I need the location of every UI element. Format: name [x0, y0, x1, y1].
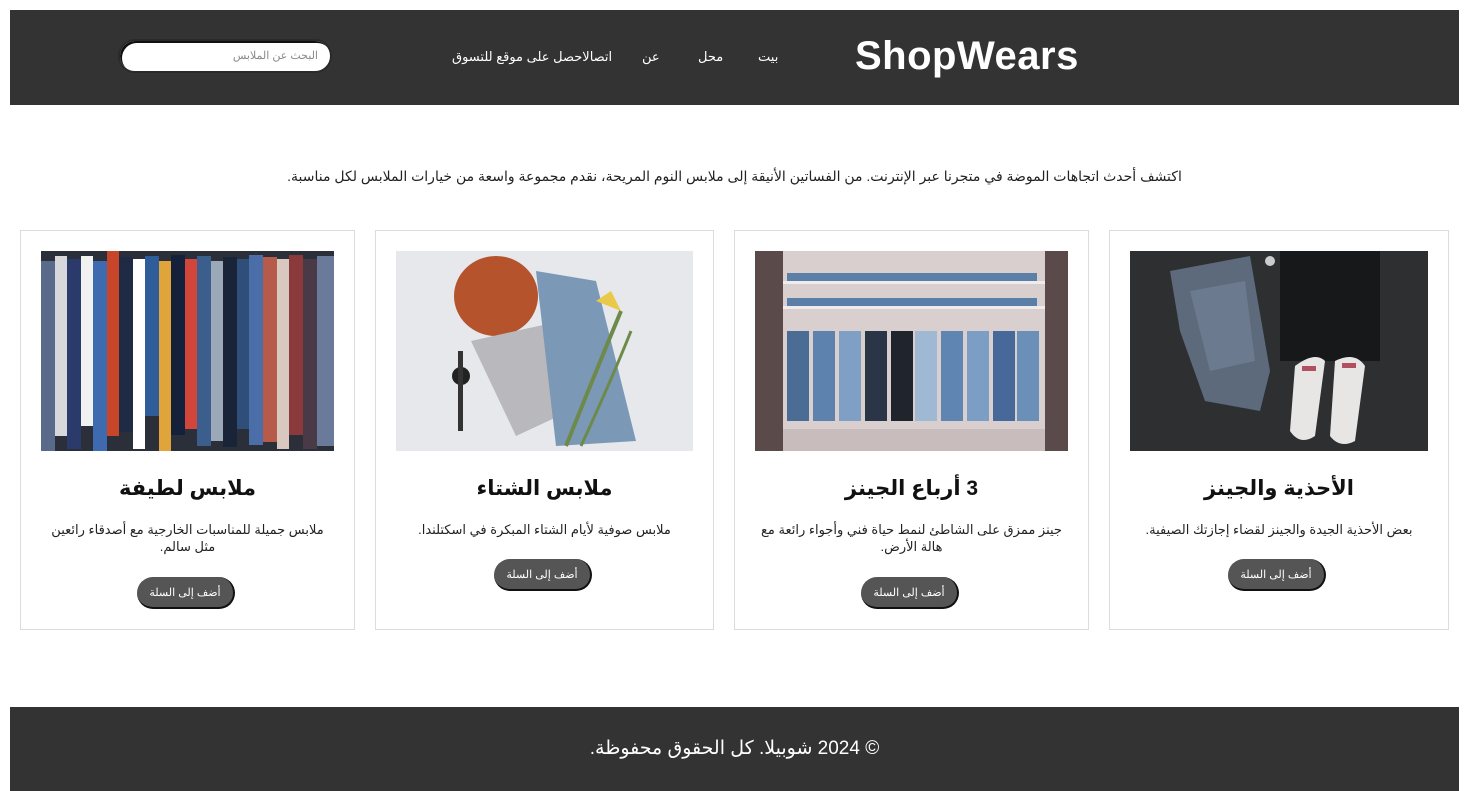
product-card-three-quarter-jeans: 3 أرباع الجينز جينز ممزق على الشاطئ لنمط… — [734, 230, 1089, 630]
nav-about-link[interactable]: عن — [642, 49, 660, 65]
card-title: الأحذية والجينز — [1203, 477, 1355, 500]
card-title: 3 أرباع الجينز — [844, 477, 979, 500]
card-title: ملابس لطيفة — [118, 477, 257, 500]
add-to-cart-button[interactable]: أضف إلى السلة — [494, 559, 592, 591]
copyright-text: © 2024 شوبيلا. كل الحقوق محفوظة. — [589, 738, 880, 759]
winter-clothes-photo — [396, 251, 693, 451]
nav-home-link[interactable]: بيت — [758, 49, 778, 65]
search-input[interactable] — [120, 49, 320, 63]
card-description: بعض الأحذية الجيدة والجينز لقضاء إجازتك … — [1145, 522, 1413, 537]
add-to-cart-button[interactable]: أضف إلى السلة — [1228, 559, 1326, 591]
intro-text: اكتشف أحدث اتجاهات الموضة في متجرنا عبر … — [287, 168, 1182, 184]
card-title: ملابس الشتاء — [476, 477, 613, 500]
card-description: ملابس صوفية لأيام الشتاء المبكرة في اسكت… — [418, 522, 671, 537]
search-box — [118, 39, 332, 73]
card-description: ملابس جميلة للمناسبات الخارجية مع أصدقاء… — [51, 522, 324, 554]
add-to-cart-button[interactable]: أضف إلى السلة — [137, 577, 235, 609]
shoes-and-jeans-photo — [1130, 251, 1428, 451]
nav-shop-link[interactable]: محل — [698, 49, 723, 65]
nav-contact-link[interactable]: اتصالاحصل على موقع للتسوق — [452, 49, 612, 65]
product-card-nice-clothes: ملابس لطيفة ملابس جميلة للمناسبات الخارج… — [20, 230, 355, 630]
card-description: جينز ممزق على الشاطئ لنمط حياة فني وأجوا… — [761, 522, 1062, 554]
product-card-shoes-jeans: الأحذية والجينز بعض الأحذية الجيدة والجي… — [1109, 230, 1449, 630]
add-to-cart-button[interactable]: أضف إلى السلة — [861, 577, 959, 609]
product-card-winter-clothes: ملابس الشتاء ملابس صوفية لأيام الشتاء ال… — [375, 230, 714, 630]
jeans-rack-photo — [755, 251, 1068, 451]
clothes-rack-photo — [41, 251, 334, 451]
site-footer: © 2024 شوبيلا. كل الحقوق محفوظة. — [10, 707, 1459, 791]
brand-logo[interactable]: ShopWears — [855, 34, 1079, 79]
site-header: ShopWears بيت محل عن اتصالاحصل على موقع … — [10, 10, 1459, 105]
